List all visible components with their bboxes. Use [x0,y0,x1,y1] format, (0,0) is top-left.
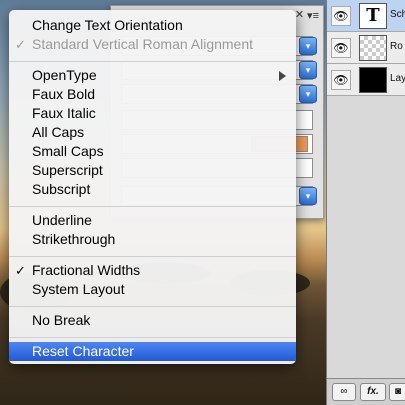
menu-item-label: Superscript [32,162,103,178]
menu-item-label: Faux Bold [32,86,96,102]
eye-icon[interactable]: 👁 [331,6,351,26]
menu-item-standard-vertical-roman-alignment: ✓ Standard Vertical Roman Alignment [9,35,296,54]
menu-item-no-break[interactable]: No Break [9,311,296,330]
link-layers-icon[interactable]: ∞ [332,383,356,401]
menu-item-label: Small Caps [32,143,104,159]
add-mask-icon[interactable]: ◙ [389,383,405,401]
menu-item-strikethrough[interactable]: Strikethrough [9,230,296,249]
menu-separator [9,337,296,338]
checkmark-icon: ✓ [15,263,26,278]
checkmark-icon: ✓ [15,37,26,52]
menu-separator [9,306,296,307]
menu-item-label: Change Text Orientation [32,17,183,33]
menu-item-label: Faux Italic [32,105,96,121]
menu-item-label: System Layout [32,281,125,297]
menu-item-underline[interactable]: Underline [9,211,296,230]
layer-name: Ro [390,41,403,52]
menu-item-subscript[interactable]: Subscript [9,180,296,199]
menu-item-label: Underline [32,212,92,228]
menu-item-reset-character[interactable]: Reset Character [9,342,296,361]
menu-item-label: Reset Character [32,343,134,359]
menu-item-label: All Caps [32,124,85,140]
menu-item-fractional-widths[interactable]: ✓ Fractional Widths [9,261,296,280]
menu-item-opentype[interactable]: OpenType [9,66,296,85]
transparent-layer-thumbnail [359,35,387,61]
submenu-arrow-icon [279,71,286,81]
leading-dropdown[interactable]: ▾ [299,61,317,79]
menu-item-faux-italic[interactable]: Faux Italic [9,104,296,123]
panel-menu-icon[interactable]: ▾≡ [307,9,319,22]
eye-icon[interactable]: 👁 [331,38,351,58]
fx-button[interactable]: fx. [360,383,386,401]
menu-item-superscript[interactable]: Superscript [9,161,296,180]
menu-item-faux-bold[interactable]: Faux Bold [9,85,296,104]
text-layer-thumbnail: T [359,3,387,29]
layer-name: Lay [390,73,405,84]
layers-panel: 👁 T Sch 👁 Ro 👁 Lay ∞ fx. ◙ [326,0,405,405]
black-layer-thumbnail [359,67,387,93]
menu-item-label: Standard Vertical Roman Alignment [32,36,254,52]
character-panel-menu: Change Text Orientation ✓ Standard Verti… [9,10,296,364]
layer-name: Sch [390,9,405,20]
layer-row[interactable]: 👁 Ro [327,32,405,64]
font-family-dropdown[interactable]: ▾ [299,37,317,55]
layers-footer: ∞ fx. ◙ [327,378,405,405]
menu-item-label: Strikethrough [32,231,116,247]
menu-item-label: OpenType [32,67,97,83]
menu-item-change-text-orientation[interactable]: Change Text Orientation [9,16,296,35]
menu-item-label: Subscript [32,181,91,197]
layer-row[interactable]: 👁 T Sch [327,0,405,32]
layer-row[interactable]: 👁 Lay [327,64,405,96]
tracking-dropdown[interactable]: ▾ [299,85,317,103]
menu-separator [9,206,296,207]
menu-item-all-caps[interactable]: All Caps [9,123,296,142]
antialias-dropdown[interactable]: ▾ [299,187,317,205]
menu-separator [9,256,296,257]
eye-icon[interactable]: 👁 [331,70,351,90]
menu-separator [9,61,296,62]
menu-item-system-layout[interactable]: System Layout [9,280,296,299]
menu-item-small-caps[interactable]: Small Caps [9,142,296,161]
menu-item-label: Fractional Widths [32,262,141,278]
menu-item-label: No Break [32,312,91,328]
